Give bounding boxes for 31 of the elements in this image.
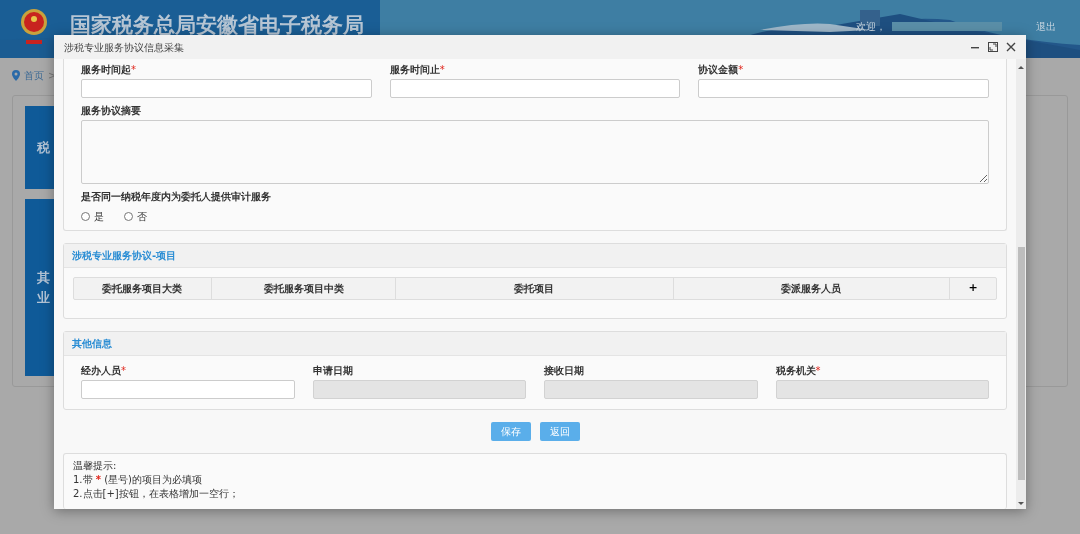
tile-label: 税 [37, 138, 51, 157]
tip-text: 1.带 * (星号)的项目为必填项 [73, 473, 203, 487]
site-title: 国家税务总局安徽省电子税务局 [70, 12, 364, 40]
column-header: 委托服务项目中类 [211, 278, 397, 299]
field-label: 服务时间止* [389, 63, 446, 77]
required-mark: * [121, 365, 126, 376]
question-label: 是否同一纳税年度内为委托人提供审计服务 [81, 190, 272, 204]
tips-title: 温馨提示: [73, 459, 118, 473]
field-label: 申请日期 [312, 364, 354, 378]
required-mark: * [815, 365, 821, 376]
field-label: 服务时间起* [81, 63, 137, 77]
section-title: 其他信息 [64, 332, 1006, 356]
required-mark: * [439, 64, 445, 75]
dialog-title: 涉税专业服务协议信息采集 [64, 40, 184, 55]
field-label: 经办人员* [81, 364, 127, 378]
column-header: 委托项目 [396, 278, 674, 299]
field-label: 协议金额* [698, 63, 745, 77]
radio-label: 是 [94, 210, 104, 224]
column-header: 委托服务项目大类 [74, 278, 212, 299]
radio-label: 否 [137, 210, 147, 224]
welcome-text: 欢迎， [856, 19, 886, 34]
section-title: 涉税专业服务协议-项目 [64, 244, 1006, 268]
required-mark: * [131, 64, 136, 75]
tile-label: 其 [37, 269, 51, 287]
field-label: 税务机关* [775, 364, 822, 378]
column-header: 委派服务人员 [673, 278, 951, 299]
field-label: 服务协议摘要 [81, 104, 142, 118]
tile-label: 业 [37, 288, 51, 307]
tip-text: 2.点击[+]按钮，在表格增加一空行； [73, 487, 240, 501]
required-mark: * [738, 64, 744, 75]
field-label: 接收日期 [544, 364, 585, 378]
